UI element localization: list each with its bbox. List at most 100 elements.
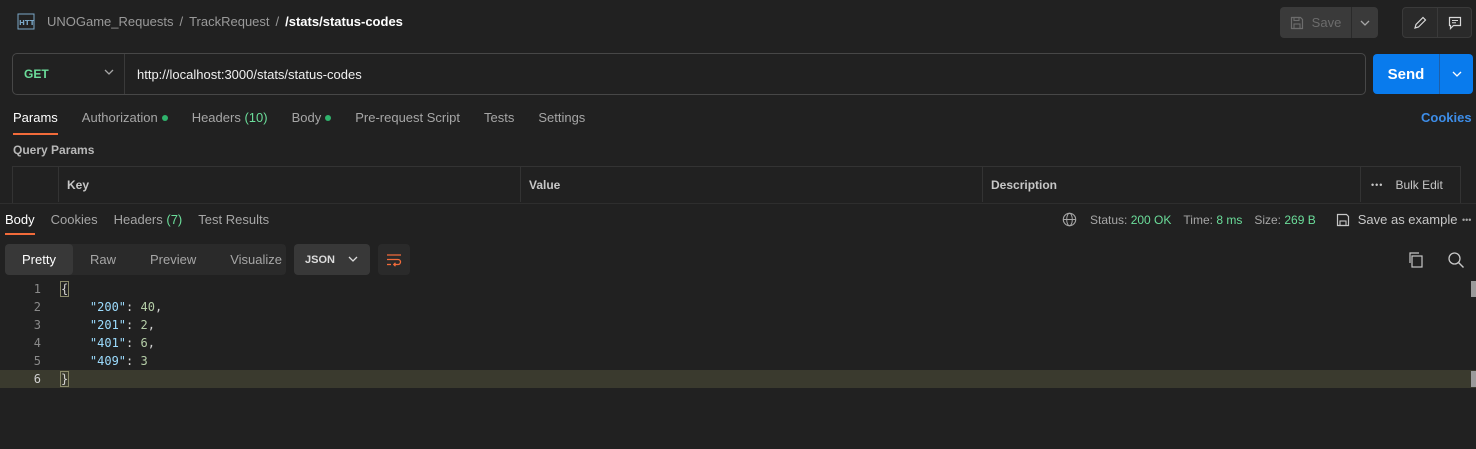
line-number: 3 bbox=[33, 318, 41, 332]
format-raw[interactable]: Raw bbox=[73, 244, 133, 275]
response-body-editor[interactable]: 1 { 2 "200": 40, 3 "201": 2, 4 "401": 6,… bbox=[0, 280, 1476, 388]
send-dropdown-button[interactable] bbox=[1440, 54, 1473, 94]
editor-scrollbar-marker[interactable] bbox=[1471, 281, 1476, 297]
response-tabs: Body Cookies Headers (7) Test Results bbox=[5, 212, 285, 235]
globe-icon[interactable] bbox=[1062, 212, 1077, 227]
code-line: 4 "401": 6, bbox=[0, 334, 1476, 352]
status-info[interactable]: Status: 200 OK bbox=[1090, 213, 1171, 227]
more-options-icon[interactable]: ••• bbox=[1462, 215, 1471, 225]
url-bar: GET bbox=[12, 53, 1366, 95]
tab-pre-request-script[interactable]: Pre-request Script bbox=[355, 110, 460, 134]
json-value: 2 bbox=[140, 318, 148, 332]
pane-divider[interactable] bbox=[0, 203, 1476, 204]
open-brace: { bbox=[59, 281, 70, 297]
time-info[interactable]: Time: 8 ms bbox=[1183, 213, 1242, 227]
editor-scrollbar-marker[interactable] bbox=[1471, 371, 1476, 387]
side-actions bbox=[1402, 7, 1472, 38]
column-header-key: Key bbox=[59, 167, 521, 202]
wrap-lines-button[interactable] bbox=[378, 244, 410, 275]
line-number: 4 bbox=[33, 336, 41, 350]
tab-settings[interactable]: Settings bbox=[538, 110, 585, 134]
language-label: JSON bbox=[305, 253, 335, 266]
code-line: 3 "201": 2, bbox=[0, 316, 1476, 334]
modified-dot bbox=[161, 114, 168, 121]
query-params-table: Key Value Description ••• Bulk Edit bbox=[12, 166, 1461, 203]
pencil-icon bbox=[1414, 16, 1427, 29]
chevron-down-icon bbox=[104, 69, 114, 75]
save-icon bbox=[1336, 213, 1349, 226]
format-pretty[interactable]: Pretty bbox=[5, 244, 73, 275]
copy-icon[interactable] bbox=[1407, 251, 1425, 269]
breadcrumb-collection[interactable]: UNOGame_Requests bbox=[47, 14, 173, 29]
comments-button[interactable] bbox=[1437, 8, 1471, 37]
response-meta: Status: 200 OK Time: 8 ms Size: 269 B Sa… bbox=[1062, 212, 1457, 227]
format-segmented-control: Pretty Raw Preview Visualize bbox=[5, 244, 286, 275]
request-tabs: Params Authorization Headers (10) Body P… bbox=[13, 110, 609, 135]
response-tab-test-results[interactable]: Test Results bbox=[198, 212, 269, 234]
save-label: Save bbox=[1311, 15, 1342, 30]
tab-body[interactable]: Body bbox=[292, 110, 332, 134]
chevron-down-icon bbox=[1360, 20, 1370, 26]
format-preview[interactable]: Preview bbox=[133, 244, 213, 275]
json-value: 3 bbox=[140, 354, 148, 368]
bulk-edit-button[interactable]: Bulk Edit bbox=[1395, 178, 1442, 192]
modified-dot bbox=[325, 114, 332, 121]
chevron-down-icon bbox=[348, 256, 358, 262]
response-headers-count: (7) bbox=[166, 212, 183, 227]
code-line-current: 6 } bbox=[0, 370, 1476, 388]
tab-tests[interactable]: Tests bbox=[484, 110, 514, 134]
http-icon: HTTP bbox=[17, 13, 35, 30]
send-button-group: Send bbox=[1373, 54, 1473, 94]
tab-headers[interactable]: Headers (10) bbox=[192, 110, 268, 134]
breadcrumb: UNOGame_Requests / TrackRequest / /stats/sta… bbox=[47, 14, 403, 29]
wrap-icon bbox=[387, 253, 402, 267]
breadcrumb-folder[interactable]: TrackRequest bbox=[189, 14, 269, 29]
send-button[interactable]: Send bbox=[1373, 54, 1440, 94]
breadcrumb-request-name[interactable]: /stats/status-codes bbox=[285, 14, 403, 29]
bulk-edit-cell: ••• Bulk Edit bbox=[1361, 167, 1460, 202]
response-tab-body[interactable]: Body bbox=[5, 212, 35, 235]
more-options-icon[interactable]: ••• bbox=[1371, 180, 1383, 190]
headers-count: (10) bbox=[244, 110, 268, 125]
code-line: 1 { bbox=[0, 280, 1476, 298]
json-key: "401" bbox=[89, 336, 127, 350]
json-key: "409" bbox=[89, 354, 127, 368]
save-as-example-button[interactable]: Save as example bbox=[1336, 212, 1457, 227]
format-visualize[interactable]: Visualize bbox=[213, 244, 299, 275]
checkbox-column-header bbox=[13, 167, 59, 202]
json-key: "201" bbox=[89, 318, 127, 332]
cookies-link[interactable]: Cookies bbox=[1421, 110, 1472, 125]
method-label: GET bbox=[24, 67, 49, 81]
json-key: "200" bbox=[89, 300, 127, 314]
status-value: 200 OK bbox=[1130, 212, 1172, 227]
breadcrumb-separator: / bbox=[179, 14, 184, 29]
code-line: 5 "409": 3 bbox=[0, 352, 1476, 370]
top-bar: HTTP UNOGame_Requests / TrackRequest / /stat… bbox=[0, 0, 1476, 44]
line-number: 5 bbox=[33, 354, 41, 368]
edit-button[interactable] bbox=[1403, 8, 1437, 37]
line-number: 1 bbox=[33, 282, 41, 296]
size-value: 269 B bbox=[1284, 212, 1316, 227]
json-value: 40 bbox=[140, 300, 155, 314]
save-icon bbox=[1290, 16, 1303, 29]
time-value: 8 ms bbox=[1216, 212, 1243, 227]
chevron-down-icon bbox=[1452, 71, 1461, 77]
query-params-title: Query Params bbox=[13, 143, 95, 157]
tab-params[interactable]: Params bbox=[13, 110, 58, 135]
url-input[interactable] bbox=[125, 54, 1365, 94]
close-brace: } bbox=[59, 371, 70, 387]
response-tab-cookies[interactable]: Cookies bbox=[51, 212, 98, 234]
language-select[interactable]: JSON bbox=[294, 244, 370, 275]
search-icon[interactable] bbox=[1447, 251, 1465, 269]
json-value: 6 bbox=[140, 336, 148, 350]
response-tab-headers[interactable]: Headers (7) bbox=[114, 212, 183, 234]
breadcrumb-separator: / bbox=[275, 14, 280, 29]
line-number: 2 bbox=[33, 300, 41, 314]
save-button[interactable]: Save bbox=[1280, 7, 1352, 38]
size-info[interactable]: Size: 269 B bbox=[1254, 213, 1315, 227]
save-dropdown-button[interactable] bbox=[1352, 7, 1378, 38]
method-select[interactable]: GET bbox=[13, 54, 125, 94]
save-button-group: Save bbox=[1280, 7, 1378, 38]
column-header-description: Description bbox=[983, 167, 1361, 202]
tab-authorization[interactable]: Authorization bbox=[82, 110, 168, 134]
